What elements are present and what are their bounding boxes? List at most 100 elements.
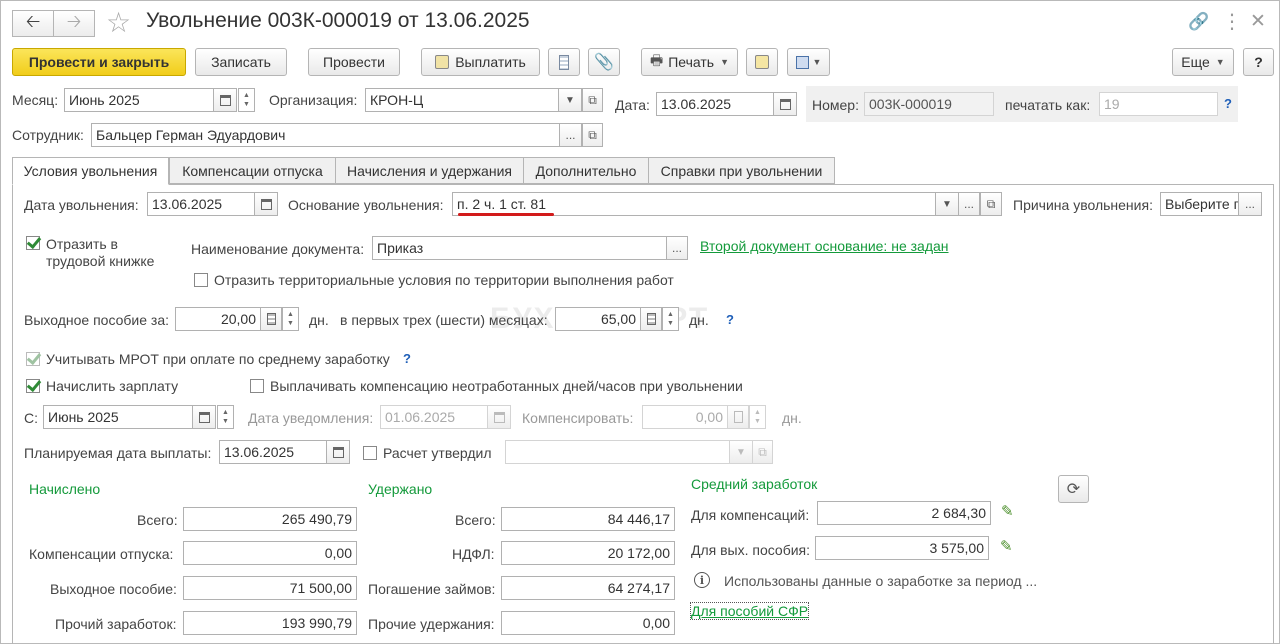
- open-icon: ⧉: [758, 444, 767, 459]
- tab-label: Дополнительно: [535, 162, 637, 179]
- accrued-title: Начислено: [29, 481, 101, 497]
- dismissal-date-label: Дата увольнения:: [24, 197, 139, 213]
- approved-open-button[interactable]: ⧉: [752, 440, 773, 464]
- second-document-link[interactable]: Второй документ основание: не задан: [700, 238, 949, 254]
- salary-label: Начислить зарплату: [46, 378, 179, 394]
- month-calendar-button[interactable]: [213, 88, 237, 112]
- forward-button[interactable]: 🡢: [53, 10, 95, 37]
- approved-checkbox[interactable]: [363, 446, 377, 460]
- dismissal-date-input[interactable]: 13.06.2025: [147, 192, 255, 216]
- number-input[interactable]: 003К-000019: [864, 92, 994, 116]
- date-input[interactable]: 13.06.2025: [656, 92, 774, 116]
- basis-select-button[interactable]: ...: [958, 192, 980, 216]
- date-calendar-button[interactable]: [773, 92, 797, 116]
- compensate-calc-button[interactable]: [727, 405, 749, 429]
- employee-open-button[interactable]: ⧉: [582, 123, 603, 147]
- severance-input[interactable]: 20,00: [175, 307, 261, 331]
- create-based-button[interactable]: ▼: [787, 48, 830, 76]
- from-input[interactable]: Июнь 2025: [43, 405, 193, 429]
- tab-accruals-deductions[interactable]: Начисления и удержания: [335, 157, 524, 184]
- salary-checkbox[interactable]: [26, 379, 40, 393]
- help-icon[interactable]: ?: [1224, 96, 1232, 111]
- first-months-label: в первых трех (шести) месяцах:: [340, 312, 548, 328]
- approved-dropdown-button[interactable]: ▼: [729, 440, 753, 464]
- print-button[interactable]: 🖶 Печать ▼: [641, 48, 738, 76]
- notice-date-calendar-button[interactable]: [487, 405, 511, 429]
- employee-select-button[interactable]: ...: [559, 123, 582, 147]
- from-spinner[interactable]: ▲ ▼: [217, 405, 234, 429]
- compensate-input[interactable]: 0,00: [642, 405, 728, 429]
- more-button[interactable]: Еще ▼: [1172, 48, 1234, 76]
- compensate-unit: дн.: [782, 410, 802, 426]
- severance-calc-button[interactable]: [260, 307, 282, 331]
- territorial-checkbox[interactable]: [194, 273, 208, 287]
- edit-comp-icon[interactable]: ✎: [1001, 502, 1014, 520]
- from-calendar-button[interactable]: [192, 405, 216, 429]
- basis-open-button[interactable]: ⧉: [980, 192, 1002, 216]
- calculator-button[interactable]: [548, 48, 580, 76]
- chevron-down-icon: ▼: [720, 57, 729, 67]
- chevron-down-icon: ▼: [736, 446, 746, 458]
- month-input[interactable]: Июнь 2025: [64, 88, 214, 112]
- sfr-benefits-link[interactable]: Для пособий СФР: [689, 602, 810, 620]
- notice-date-input[interactable]: 01.06.2025: [380, 405, 488, 429]
- mrot-checkbox[interactable]: [26, 352, 40, 366]
- print-label: Печать: [668, 54, 715, 70]
- organization-dropdown-button[interactable]: ▼: [558, 88, 582, 112]
- accrued-severance-value: 71 500,00: [183, 576, 357, 600]
- planned-date-calendar-button[interactable]: [326, 440, 350, 464]
- printer-icon: 🖶: [649, 52, 664, 68]
- tab-vacation-compensation[interactable]: Компенсации отпуска: [169, 157, 336, 184]
- report-button[interactable]: [746, 48, 778, 76]
- pay-button[interactable]: Выплатить: [421, 48, 540, 76]
- severance-spinner[interactable]: ▲ ▼: [282, 307, 299, 331]
- highlight-underline: [458, 213, 554, 216]
- help-button[interactable]: ?: [1243, 48, 1274, 76]
- arrow-right-icon: 🡢: [66, 10, 82, 31]
- print-as-input[interactable]: 19: [1099, 92, 1218, 116]
- planned-date-input[interactable]: 13.06.2025: [219, 440, 327, 464]
- severance-label: Выходное пособие за:: [24, 312, 170, 328]
- save-button[interactable]: Записать: [195, 48, 287, 76]
- document-clock-icon: [755, 55, 769, 69]
- document-name-label: Наименование документа:: [191, 241, 365, 257]
- workbook-checkbox[interactable]: [26, 236, 40, 250]
- post-button[interactable]: Провести: [308, 48, 400, 76]
- first-months-input[interactable]: 65,00: [555, 307, 641, 331]
- month-spinner[interactable]: ▲ ▼: [238, 88, 255, 112]
- edit-severance-icon[interactable]: ✎: [1000, 537, 1013, 555]
- chevron-down-icon: ▼: [754, 418, 761, 425]
- close-icon[interactable]: ✕: [1250, 10, 1266, 33]
- attach-button[interactable]: 📎: [588, 48, 620, 76]
- help-icon[interactable]: ?: [726, 312, 734, 327]
- organization-input[interactable]: КРОН-Ц: [365, 88, 559, 112]
- link-icon[interactable]: 🔗: [1188, 12, 1209, 32]
- post-and-close-button[interactable]: Провести и закрыть: [12, 48, 186, 76]
- first-months-spinner[interactable]: ▲ ▼: [662, 307, 679, 331]
- basis-dropdown-button[interactable]: ▼: [935, 192, 959, 216]
- more-vertical-icon[interactable]: ⋮: [1222, 9, 1242, 34]
- refresh-button[interactable]: ⟳: [1058, 475, 1089, 503]
- document-name-select-button[interactable]: ...: [666, 236, 688, 260]
- back-button[interactable]: 🡠: [12, 10, 54, 37]
- document-name-input[interactable]: Приказ: [372, 236, 667, 260]
- approved-input[interactable]: [505, 440, 730, 464]
- compensate-spinner[interactable]: ▲ ▼: [749, 405, 766, 429]
- chevron-down-icon: ▼: [942, 198, 952, 210]
- withheld-ndfl-value: 20 172,00: [501, 541, 675, 565]
- tab-dismissal-conditions[interactable]: Условия увольнения: [12, 157, 169, 185]
- first-months-calc-button[interactable]: [640, 307, 662, 331]
- reason-select-button[interactable]: ...: [1238, 192, 1262, 216]
- compensate-days-checkbox[interactable]: [250, 379, 264, 393]
- reason-input[interactable]: Выберите причину: [1160, 192, 1239, 216]
- organization-open-button[interactable]: ⧉: [582, 88, 603, 112]
- dismissal-date-calendar-button[interactable]: [254, 192, 278, 216]
- tab-additional[interactable]: Дополнительно: [523, 157, 649, 184]
- print-as-label: печатать как:: [1005, 97, 1091, 113]
- tab-dismissal-certificates[interactable]: Справки при увольнении: [648, 157, 835, 184]
- chevron-down-icon: ▼: [287, 320, 294, 327]
- employee-input[interactable]: Бальцер Герман Эдуардович: [91, 123, 560, 147]
- accrued-vacation-value: 0,00: [183, 541, 357, 565]
- help-icon[interactable]: ?: [403, 351, 411, 366]
- star-icon[interactable]: ☆: [106, 6, 131, 39]
